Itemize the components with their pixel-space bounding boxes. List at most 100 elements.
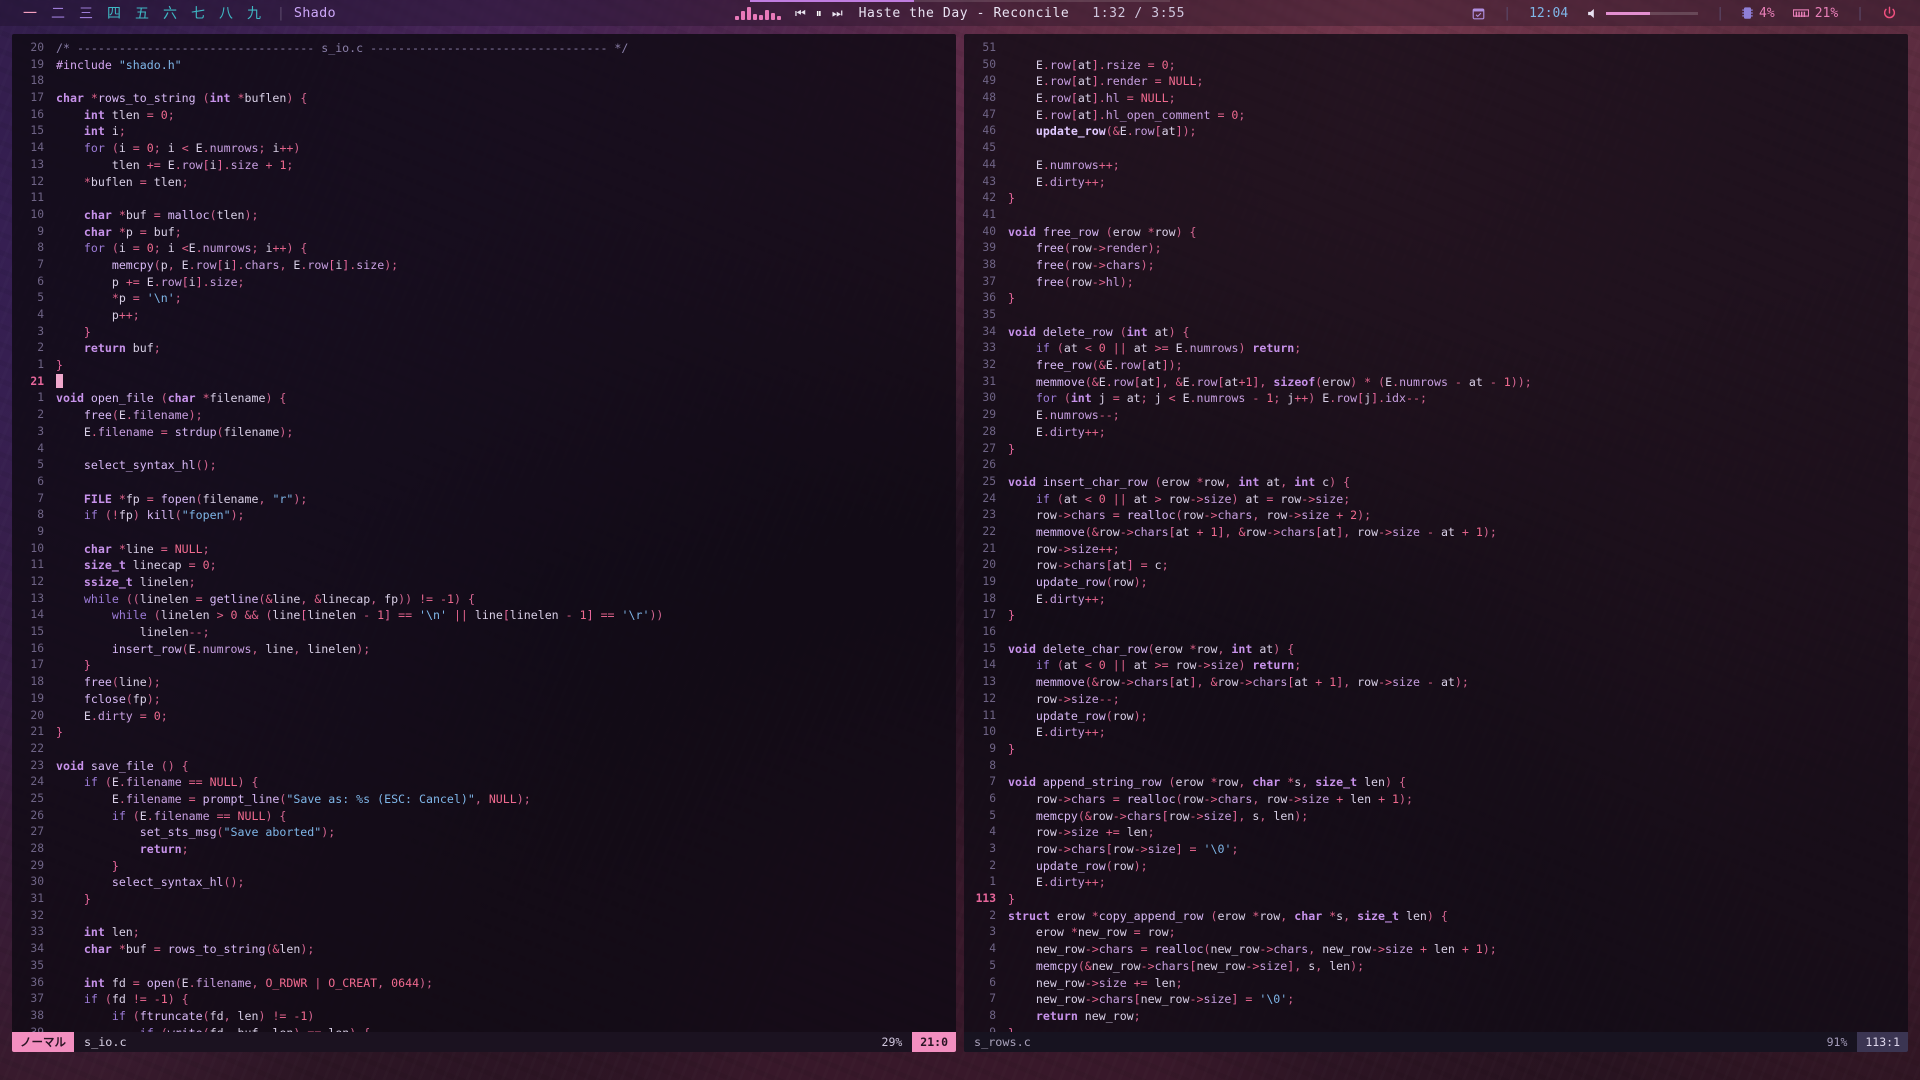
code-line[interactable]: 18 free(line); [12, 674, 956, 691]
system-tray[interactable]: | 12:04 | 4% [1463, 0, 1920, 26]
code-line[interactable]: 14 for (i = 0; i < E.numrows; i++) [12, 140, 956, 157]
code-line[interactable]: 43 E.dirty++; [964, 174, 1908, 191]
code-line[interactable]: 7 memcpy(p, E.row[i].chars, E.row[i].siz… [12, 257, 956, 274]
code-line[interactable]: 45 [964, 140, 1908, 157]
code-line[interactable]: 39 free(row->render); [964, 240, 1908, 257]
code-line[interactable]: 35 [12, 958, 956, 975]
code-line[interactable]: 5 *p = '\n'; [12, 290, 956, 307]
code-line[interactable]: 50 E.row[at].rsize = 0; [964, 57, 1908, 74]
code-line[interactable]: 34void delete_row (int at) { [964, 324, 1908, 341]
code-line[interactable]: 37 free(row->hl); [964, 274, 1908, 291]
code-line[interactable]: 33 if (at < 0 || at >= E.numrows) return… [964, 340, 1908, 357]
code-line[interactable]: 12 ssize_t linelen; [12, 574, 956, 591]
code-line[interactable]: 12 *buflen = tlen; [12, 174, 956, 191]
code-line[interactable]: 29 E.numrows--; [964, 407, 1908, 424]
media-prev-button[interactable]: ⏮ [795, 6, 807, 21]
code-line[interactable]: 25void insert_char_row (erow *row, int a… [964, 474, 1908, 491]
code-line[interactable]: 33 int len; [12, 924, 956, 941]
code-line[interactable]: 20/* ---------------------------------- … [12, 40, 956, 57]
workspace-8[interactable]: 八 [212, 3, 240, 23]
code-line[interactable]: 42} [964, 190, 1908, 207]
editor-pane-right[interactable]: 5150 E.row[at].rsize = 0;49 E.row[at].re… [964, 34, 1908, 1052]
code-line[interactable]: 19 fclose(fp); [12, 691, 956, 708]
code-line[interactable]: 5 memcpy(&row->chars[row->size], s, len)… [964, 808, 1908, 825]
code-line[interactable]: 44 E.numrows++; [964, 157, 1908, 174]
code-line[interactable]: 1} [12, 357, 956, 374]
code-line[interactable]: 4 p++; [12, 307, 956, 324]
code-line[interactable]: 49 E.row[at].render = NULL; [964, 73, 1908, 90]
code-line[interactable]: 9} [964, 741, 1908, 758]
code-line[interactable]: 3 E.filename = strdup(filename); [12, 424, 956, 441]
code-line[interactable]: 3 } [12, 324, 956, 341]
code-line[interactable]: 26 if (E.filename == NULL) { [12, 808, 956, 825]
code-line[interactable]: 24 if (E.filename == NULL) { [12, 774, 956, 791]
power-button[interactable] [1873, 6, 1906, 21]
media-progress-bar[interactable] [750, 0, 1170, 2]
code-line[interactable]: 16 [964, 624, 1908, 641]
code-line[interactable]: 17char *rows_to_string (int *buflen) { [12, 90, 956, 107]
media-player[interactable]: ⏮ ⏸ ⏭ Haste the Day - Reconcile 1:32 / 3… [580, 0, 1340, 26]
code-line[interactable]: 22 [12, 741, 956, 758]
volume-slider[interactable] [1606, 12, 1698, 15]
code-line[interactable]: 8 [964, 758, 1908, 775]
code-line[interactable]: 40void free_row (erow *row) { [964, 224, 1908, 241]
code-line[interactable]: 4 [12, 441, 956, 458]
code-line[interactable]: 18 E.dirty++; [964, 591, 1908, 608]
code-line[interactable]: 3 erow *new_row = row; [964, 924, 1908, 941]
code-line[interactable]: 38 if (ftruncate(fd, len) != -1) [12, 1008, 956, 1025]
code-line[interactable]: 3 row->chars[row->size] = '\0'; [964, 841, 1908, 858]
code-line[interactable]: 12 row->size--; [964, 691, 1908, 708]
workspace-6[interactable]: 六 [156, 3, 184, 23]
code-line[interactable]: 8 if (!fp) kill("fopen"); [12, 507, 956, 524]
code-line[interactable]: 32 [12, 908, 956, 925]
workspace-list[interactable]: 一二三四五六七八九 [0, 0, 268, 26]
code-line[interactable]: 16 int tlen = 0; [12, 107, 956, 124]
code-line[interactable]: 35 [964, 307, 1908, 324]
media-next-button[interactable]: ⏭ [832, 6, 844, 21]
code-line[interactable]: 11 size_t linecap = 0; [12, 557, 956, 574]
code-line[interactable]: 30 for (int j = at; j < E.numrows - 1; j… [964, 390, 1908, 407]
code-line[interactable]: 5 select_syntax_hl(); [12, 457, 956, 474]
code-line[interactable]: 23void save_file () { [12, 758, 956, 775]
code-line[interactable]: 9 char *p = buf; [12, 224, 956, 241]
code-line[interactable]: 24 if (at < 0 || at > row->size) at = ro… [964, 491, 1908, 508]
code-view-right[interactable]: 5150 E.row[at].rsize = 0;49 E.row[at].re… [964, 34, 1908, 1032]
code-line[interactable]: 25 E.filename = prompt_line("Save as: %s… [12, 791, 956, 808]
code-line[interactable]: 51 [964, 40, 1908, 57]
code-line[interactable]: 36 int fd = open(E.filename, O_RDWR | O_… [12, 975, 956, 992]
code-line[interactable]: 113} [964, 891, 1908, 908]
code-line[interactable]: 30 select_syntax_hl(); [12, 874, 956, 891]
code-line[interactable]: 14 while (linelen > 0 && (line[linelen -… [12, 607, 956, 624]
code-line[interactable]: 23 row->chars = realloc(row->chars, row-… [964, 507, 1908, 524]
code-line[interactable]: 38 free(row->chars); [964, 257, 1908, 274]
code-line[interactable]: 1void open_file (char *filename) { [12, 390, 956, 407]
code-line[interactable]: 41 [964, 207, 1908, 224]
code-line[interactable]: 47 E.row[at].hl_open_comment = 0; [964, 107, 1908, 124]
code-line[interactable]: 17 } [12, 657, 956, 674]
code-line[interactable]: 8 for (i = 0; i <E.numrows; i++) { [12, 240, 956, 257]
clock-display[interactable]: 12:04 [1520, 6, 1577, 21]
code-line[interactable]: 18 [12, 73, 956, 90]
code-line[interactable]: 21 [12, 374, 956, 391]
code-line[interactable]: 15 linelen--; [12, 624, 956, 641]
code-view-left[interactable]: 20/* ---------------------------------- … [12, 34, 956, 1032]
code-line[interactable]: 7void append_string_row (erow *row, char… [964, 774, 1908, 791]
code-line[interactable]: 10 E.dirty++; [964, 724, 1908, 741]
code-line[interactable]: 7 new_row->chars[new_row->size] = '\0'; [964, 991, 1908, 1008]
media-play-pause-button[interactable]: ⏸ [816, 6, 823, 21]
code-line[interactable]: 4 new_row->chars = realloc(new_row->char… [964, 941, 1908, 958]
code-line[interactable]: 31 memmove(&E.row[at], &E.row[at+1], siz… [964, 374, 1908, 391]
code-line[interactable]: 11 update_row(row); [964, 708, 1908, 725]
workspace-2[interactable]: 二 [44, 3, 72, 23]
workspace-1[interactable]: 一 [16, 3, 44, 23]
code-line[interactable]: 2 free(E.filename); [12, 407, 956, 424]
code-line[interactable]: 13 tlen += E.row[i].size + 1; [12, 157, 956, 174]
calendar-button[interactable] [1463, 7, 1494, 20]
code-line[interactable]: 21} [12, 724, 956, 741]
code-line[interactable]: 39 if (write(fd, buf, len) == len) { [12, 1025, 956, 1032]
code-line[interactable]: 9} [964, 1025, 1908, 1032]
cpu-indicator[interactable]: 4% [1733, 6, 1784, 21]
volume-control[interactable] [1577, 7, 1707, 20]
code-line[interactable]: 37 if (fd != -1) { [12, 991, 956, 1008]
code-line[interactable]: 13 memmove(&row->chars[at], &row->chars[… [964, 674, 1908, 691]
